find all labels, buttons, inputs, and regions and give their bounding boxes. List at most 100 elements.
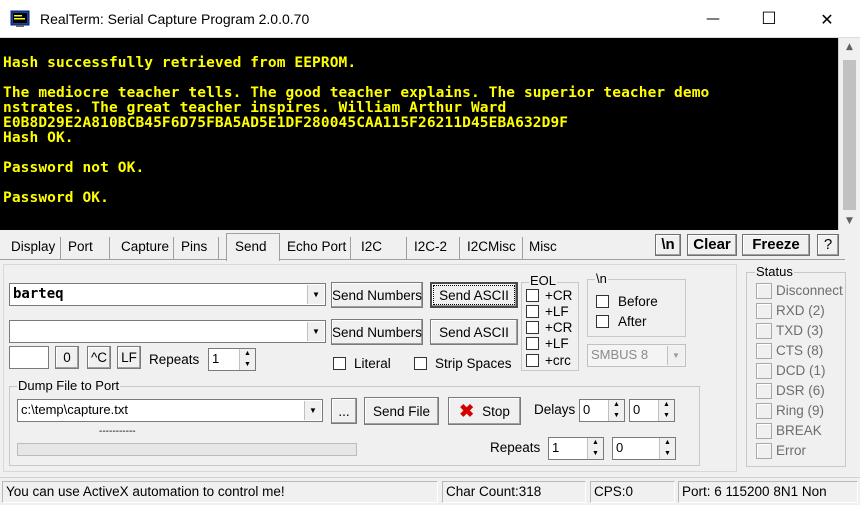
terminal-line: Password not OK.: [3, 160, 145, 176]
delays-label: Delays: [534, 402, 576, 417]
send-file-button[interactable]: Send File: [364, 397, 439, 425]
dump-file-path-input[interactable]: c:\temp\capture.txt ▼: [17, 399, 323, 422]
before-label: Before: [618, 294, 658, 309]
dump-repeats2-spinbox[interactable]: 0 ▲ ▼: [612, 437, 676, 460]
chevron-down-icon[interactable]: ▼: [307, 285, 324, 304]
eol-lf1-checkbox[interactable]: [526, 305, 539, 318]
scroll-up-icon[interactable]: ▲: [839, 38, 860, 56]
strip-spaces-checkbox[interactable]: [414, 357, 427, 370]
status-message: You can use ActiveX automation to contro…: [2, 481, 438, 503]
clear-button[interactable]: Clear: [687, 234, 737, 256]
status-disconnect[interactable]: Disconnect: [776, 283, 843, 298]
chevron-down-icon[interactable]: ▼: [667, 346, 684, 365]
send-zero-button[interactable]: 0: [55, 346, 79, 369]
spin-arrows-icon[interactable]: ▲ ▼: [239, 349, 255, 370]
send-numbers-button-2[interactable]: Send Numbers: [331, 319, 423, 345]
dump-file-path-value: c:\temp\capture.txt: [21, 402, 128, 417]
stop-button[interactable]: ✖ Stop: [448, 397, 521, 425]
eol-title: EOL: [529, 273, 558, 288]
send-file-label: Send File: [372, 403, 431, 419]
status-bar: You can use ActiveX automation to contro…: [0, 477, 860, 505]
tab-port[interactable]: Port: [64, 237, 110, 259]
scrollbar-thumb[interactable]: [843, 60, 856, 210]
lf-label: LF: [121, 350, 137, 365]
maximize-button[interactable]: ☐: [746, 0, 792, 38]
delay1-spinbox[interactable]: 0 ▲ ▼: [579, 399, 625, 422]
tab-misc[interactable]: Misc: [525, 237, 565, 259]
smbus-select[interactable]: SMBUS 8 ▼: [587, 344, 686, 367]
browse-label: ...: [338, 403, 350, 419]
after-checkbox[interactable]: [596, 315, 609, 328]
after-label: After: [618, 314, 647, 329]
scroll-down-icon[interactable]: ▼: [839, 212, 860, 230]
send-numbers-button-1[interactable]: Send Numbers: [331, 282, 423, 308]
progress-text: -----------: [99, 426, 136, 437]
spin-arrows-icon[interactable]: ▲ ▼: [587, 438, 603, 459]
break-led: [756, 423, 772, 439]
repeats-spinbox[interactable]: 1 ▲ ▼: [208, 348, 256, 371]
char-input[interactable]: [9, 346, 49, 369]
send-ascii-button-2[interactable]: Send ASCII: [430, 319, 518, 345]
send-ascii-label: Send ASCII: [439, 324, 509, 340]
newline-button[interactable]: \n: [655, 234, 681, 256]
eol-lf2-label: +LF: [545, 336, 569, 351]
status-dsr: DSR (6): [776, 383, 825, 398]
send-ascii-label: Send ASCII: [439, 287, 509, 303]
tab-pins[interactable]: Pins: [177, 237, 219, 259]
send-ascii-button-1[interactable]: Send ASCII: [430, 282, 518, 308]
status-dcd: DCD (1): [776, 363, 826, 378]
close-button[interactable]: ✕: [804, 0, 850, 38]
send-ctrl-c-button[interactable]: ^C: [87, 346, 111, 369]
eol-cr2-checkbox[interactable]: [526, 321, 539, 334]
spin-arrows-icon[interactable]: ▲ ▼: [658, 400, 674, 421]
close-icon: ✕: [820, 9, 834, 29]
tab-echo-port[interactable]: Echo Port: [283, 237, 351, 259]
repeats-value: 1: [212, 351, 220, 366]
status-title: Status: [755, 264, 794, 279]
eol-lf2-checkbox[interactable]: [526, 337, 539, 350]
before-checkbox[interactable]: [596, 295, 609, 308]
ring-led: [756, 403, 772, 419]
terminal-output[interactable]: Hash successfully retrieved from EEPROM.…: [0, 38, 838, 230]
tab-i2cmisc[interactable]: I2CMisc: [463, 237, 523, 259]
dump-repeats1-value: 1: [552, 440, 560, 455]
tab-capture[interactable]: Capture: [117, 237, 174, 259]
spin-arrows-icon[interactable]: ▲ ▼: [659, 438, 675, 459]
tab-i2c[interactable]: I2C: [357, 237, 407, 259]
send-line1-value: barteq: [13, 286, 64, 302]
eol-cr1-checkbox[interactable]: [526, 289, 539, 302]
terminal-line: E0B8D29E2A810BCB45F6D75FBA5AD5E1DF280045…: [3, 115, 569, 131]
terminal-line: Password OK.: [3, 190, 109, 206]
terminal-scrollbar[interactable]: ▲ ▼: [838, 38, 860, 230]
delay2-spinbox[interactable]: 0 ▲ ▼: [629, 399, 675, 422]
char-count: Char Count:318: [442, 481, 586, 503]
tab-i2c-2[interactable]: I2C-2: [410, 237, 460, 259]
minimize-button[interactable]: —: [690, 0, 736, 38]
ctrl-c-label: ^C: [90, 350, 108, 365]
dump-repeats1-spinbox[interactable]: 1 ▲ ▼: [548, 437, 604, 460]
send-line1-input[interactable]: barteq ▼: [9, 283, 326, 306]
eol-cr1-label: +CR: [545, 288, 573, 303]
send-line2-input[interactable]: ▼: [9, 320, 326, 343]
eol-crc-label: +crc: [545, 353, 571, 368]
spin-arrows-icon[interactable]: ▲ ▼: [608, 400, 624, 421]
eol-cr2-label: +CR: [545, 320, 573, 335]
repeats-label: Repeats: [149, 352, 200, 367]
literal-checkbox[interactable]: [333, 357, 346, 370]
freeze-button[interactable]: Freeze: [742, 234, 810, 256]
eol-crc-checkbox[interactable]: [526, 354, 539, 367]
terminal-line: nstrates. The great teacher inspires. Wi…: [3, 100, 507, 116]
minimize-icon: —: [706, 11, 720, 27]
title-bar: RealTerm: Serial Capture Program 2.0.0.7…: [0, 0, 860, 38]
browse-button[interactable]: ...: [331, 398, 357, 424]
tab-display[interactable]: Display: [7, 237, 61, 259]
dump-progress-bar: [17, 443, 357, 456]
send-lf-button[interactable]: LF: [117, 346, 141, 369]
chevron-down-icon[interactable]: ▼: [307, 322, 324, 341]
chevron-down-icon[interactable]: ▼: [304, 401, 321, 420]
maximize-icon: ☐: [761, 9, 777, 29]
status-break[interactable]: BREAK: [776, 423, 822, 438]
tab-send[interactable]: Send: [226, 233, 280, 261]
status-error[interactable]: Error: [776, 443, 806, 458]
help-button[interactable]: ?: [817, 234, 839, 256]
